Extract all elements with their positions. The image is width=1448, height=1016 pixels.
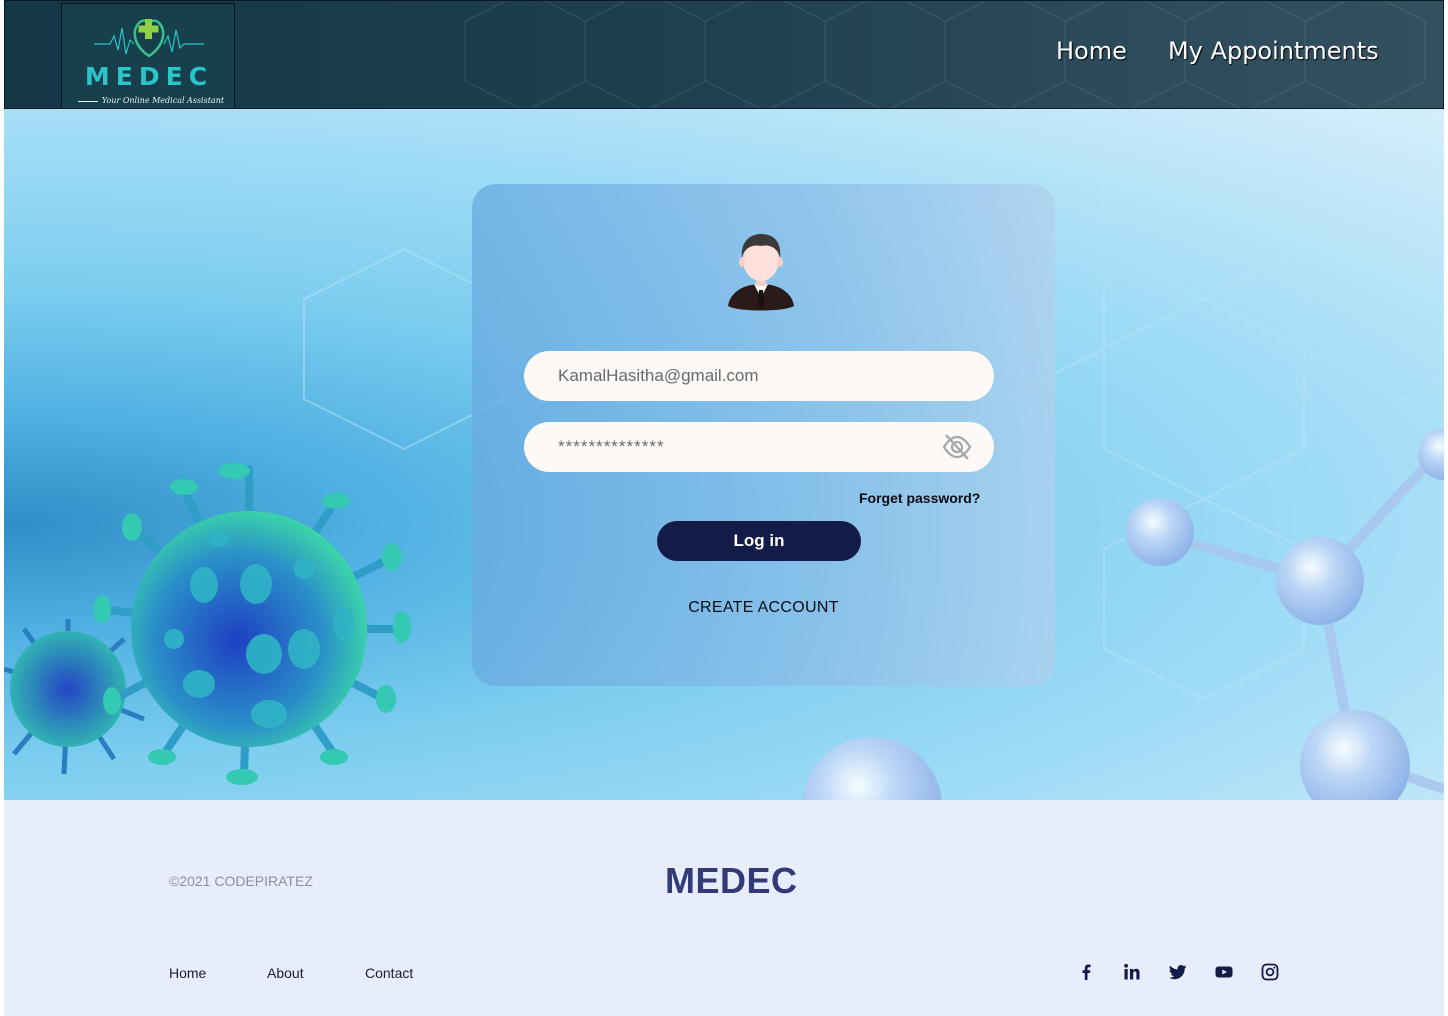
heart-cross-logo-icon — [94, 19, 204, 58]
copyright-text: ©2021 CODEPIRATEZ — [169, 873, 313, 889]
email-value: KamalHasitha@gmail.com — [558, 366, 759, 385]
login-card: KamalHasitha@gmail.com ************** Fo… — [472, 184, 1055, 686]
linkedin-icon[interactable] — [1122, 962, 1142, 982]
password-input[interactable]: ************** — [524, 422, 994, 472]
facebook-icon[interactable] — [1076, 962, 1096, 982]
medec-logo[interactable]: MEDEC Your Online Medical Assistant — [61, 3, 236, 108]
logo-tagline: Your Online Medical Assistant — [62, 96, 236, 108]
page-footer: ©2021 CODEPIRATEZ MEDEC Home About Conta… — [4, 800, 1444, 1016]
instagram-icon[interactable] — [1260, 962, 1280, 982]
password-value: ************** — [558, 437, 665, 456]
forgot-password-link[interactable]: Forget password? — [859, 490, 980, 506]
create-account-link[interactable]: CREATE ACCOUNT — [472, 599, 1055, 617]
top-header: MEDEC Your Online Medical Assistant Home… — [4, 0, 1444, 109]
eye-off-icon[interactable] — [942, 433, 972, 461]
footer-home-link[interactable]: Home — [169, 965, 206, 981]
twitter-icon[interactable] — [1168, 962, 1188, 982]
logo-title: MEDEC — [84, 62, 214, 91]
nav-home-link[interactable]: Home — [1056, 37, 1127, 65]
user-avatar-icon — [728, 234, 794, 311]
footer-contact-link[interactable]: Contact — [365, 965, 413, 981]
footer-brand: MEDEC — [665, 860, 798, 901]
login-hero-section: KamalHasitha@gmail.com ************** Fo… — [4, 109, 1444, 800]
youtube-icon[interactable] — [1214, 962, 1234, 982]
email-input[interactable]: KamalHasitha@gmail.com — [524, 351, 994, 401]
nav-my-appointments-link[interactable]: My Appointments — [1168, 37, 1379, 65]
footer-about-link[interactable]: About — [267, 965, 304, 981]
login-button[interactable]: Log in — [657, 521, 861, 561]
